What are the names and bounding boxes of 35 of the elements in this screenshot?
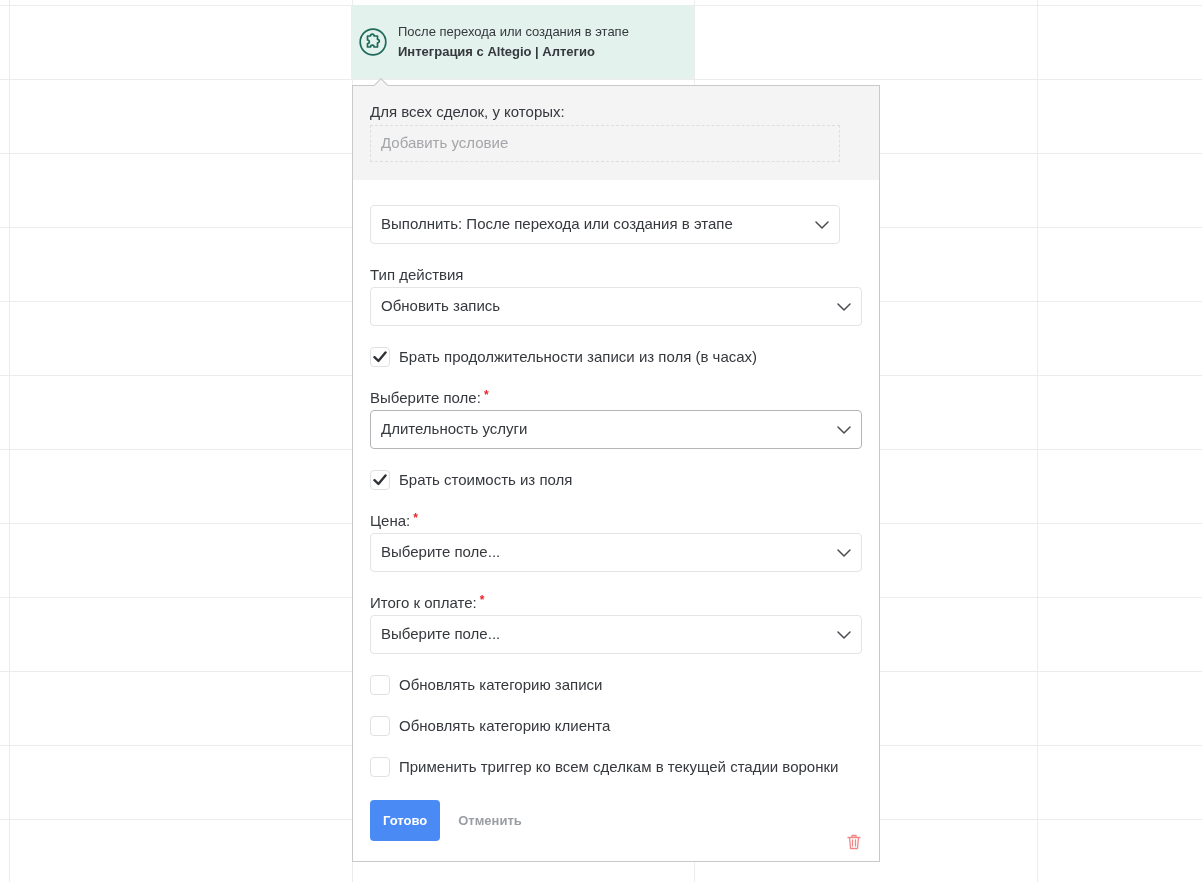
chevron-down-icon [837, 425, 851, 434]
chevron-down-icon [837, 302, 851, 311]
checkbox-label: Обновлять категорию клиента [399, 716, 611, 736]
field-label: Цена: [370, 511, 411, 531]
conditions-label: Для всех сделок, у которых: [370, 102, 565, 122]
puzzle-icon [359, 27, 387, 56]
field-label: Тип действия [370, 265, 464, 285]
trigger-title: После перехода или создания в этапе [398, 23, 629, 40]
select-field[interactable]: Выберите поле... [370, 615, 862, 654]
select-field[interactable]: Длительность услуги [370, 410, 862, 449]
required-mark: * [413, 511, 418, 525]
chevron-down-icon [837, 548, 851, 557]
check-icon [373, 351, 387, 363]
trigger-stage: Интеграция с Altegio | Алтегио [398, 43, 596, 60]
select-field[interactable]: Выберите поле... [370, 533, 862, 572]
select-field[interactable]: Обновить запись [370, 287, 862, 326]
checkbox-label: Обновлять категорию записи [399, 675, 603, 695]
select-field[interactable]: Выполнить: После перехода или создания в этапе [370, 205, 840, 244]
checkbox[interactable] [370, 757, 390, 777]
required-mark: * [483, 388, 489, 402]
checkbox[interactable] [370, 347, 390, 367]
required-mark: * [479, 593, 485, 607]
checkbox[interactable] [370, 675, 390, 695]
trigger-card[interactable]: После перехода или создания в этапе Интеграция с Altegio | Алтегио [351, 5, 694, 79]
check-icon [373, 474, 387, 486]
checkbox-label: Брать продолжительности записи из поля (в часах) [399, 347, 758, 367]
chevron-down-icon [815, 220, 829, 229]
field-label: Итого к оплате: [370, 593, 477, 613]
delete-icon[interactable] [847, 834, 861, 850]
checkbox[interactable] [370, 716, 390, 736]
chevron-down-icon [837, 630, 851, 639]
field-label: Выберите поле: [370, 388, 481, 408]
checkbox-label: Применить триггер ко всем сделкам в текущей стадии воронки [399, 757, 839, 777]
checkbox[interactable] [370, 470, 390, 490]
checkbox-label: Брать стоимость из поля [399, 470, 573, 490]
